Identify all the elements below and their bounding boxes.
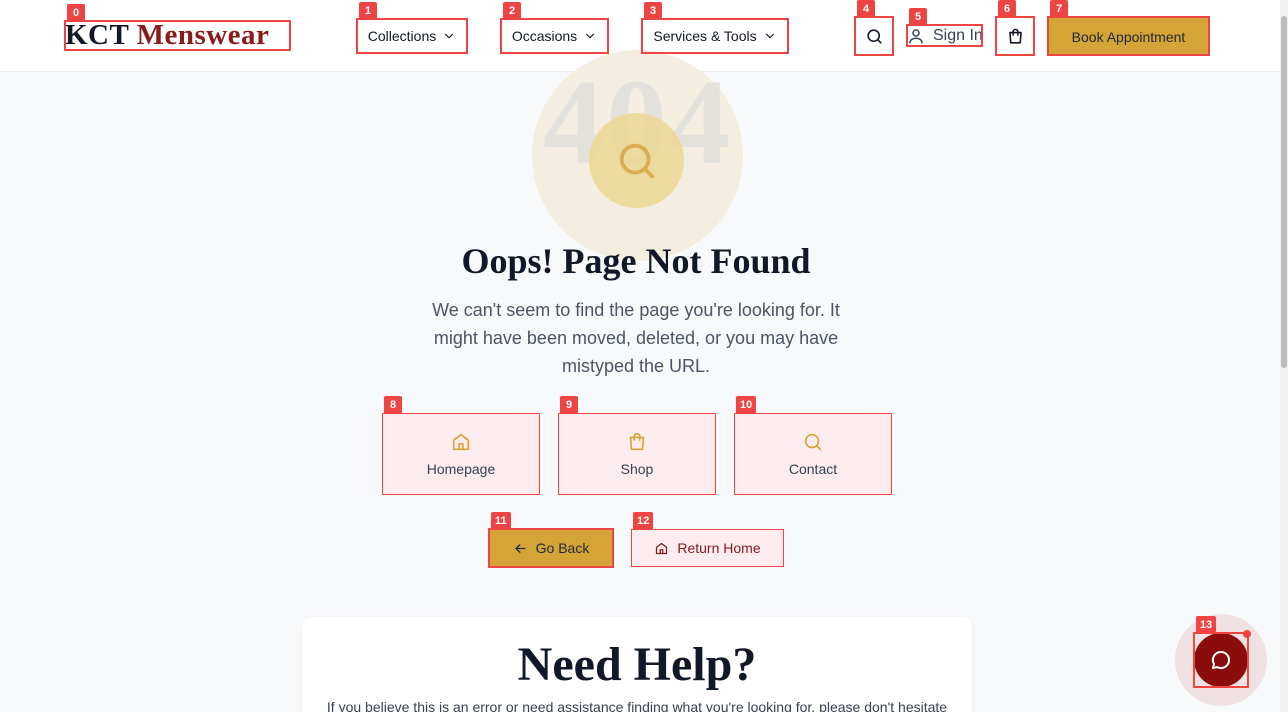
return-home-label: Return Home: [677, 540, 761, 556]
nav-services-tools[interactable]: Services & Tools: [642, 18, 788, 53]
chat-notification-dot: [1241, 628, 1253, 640]
sign-in-label: Sign In: [933, 27, 983, 44]
shopping-bag-icon: [1009, 28, 1022, 44]
search-icon: [867, 29, 882, 44]
contact-link[interactable]: Contact: [734, 413, 892, 495]
hero-icon-circle: [589, 113, 684, 208]
user-icon: [909, 29, 923, 44]
help-title: Need Help?: [517, 638, 757, 691]
search-button[interactable]: [855, 17, 894, 56]
mark-label-12: 12: [633, 512, 654, 530]
contact-label: Contact: [788, 461, 838, 477]
nav-collections-label: Collections: [367, 27, 437, 44]
chevron-down-icon: [586, 33, 595, 38]
nav-occasions[interactable]: Occasions: [501, 18, 608, 53]
cart-button[interactable]: [996, 17, 1035, 56]
homepage-link[interactable]: Homepage: [382, 413, 540, 495]
nav-collections[interactable]: Collections: [357, 18, 467, 53]
go-back-button[interactable]: Go Back: [489, 529, 613, 567]
shop-label: Shop: [620, 461, 654, 477]
book-appointment-button[interactable]: Book Appointment: [1048, 17, 1209, 56]
mark-label-10: 10: [736, 396, 757, 414]
nav-services-tools-label: Services & Tools: [653, 27, 757, 44]
logo[interactable]: KCT Menswear: [65, 20, 269, 51]
logo-part-2: Menswear: [136, 19, 270, 51]
home-icon: [452, 433, 470, 451]
search-icon: [619, 143, 654, 178]
help-card: Need Help? If you believe this is an err…: [302, 617, 972, 712]
chevron-down-icon: [765, 33, 774, 38]
chat-button[interactable]: [1194, 633, 1248, 687]
help-text: If you believe this is an error or need …: [326, 699, 948, 712]
logo-part-1: KCT: [65, 19, 129, 51]
chevron-down-icon: [445, 33, 454, 38]
mark-label-8: 8: [384, 396, 402, 414]
homepage-label: Homepage: [426, 461, 496, 477]
arrow-left-icon: [515, 543, 526, 553]
sign-in-button[interactable]: Sign In: [907, 25, 983, 47]
shopping-bag-icon: [629, 432, 645, 451]
chat-bubble-icon: [1211, 650, 1230, 669]
mark-label-9: 9: [560, 396, 578, 414]
home-icon: [656, 542, 668, 554]
shop-link[interactable]: Shop: [558, 413, 716, 495]
go-back-label: Go Back: [535, 540, 590, 556]
mark-label-11: 11: [491, 512, 511, 530]
search-icon: [804, 433, 822, 451]
page-title: Oops! Page Not Found: [461, 241, 811, 281]
scrollbar[interactable]: [1280, 0, 1288, 712]
scrollbar-thumb[interactable]: [1281, 16, 1287, 368]
page-description: We can't seem to find the page you're lo…: [432, 300, 840, 376]
nav-occasions-label: Occasions: [511, 27, 578, 44]
return-home-button[interactable]: Return Home: [631, 529, 784, 567]
